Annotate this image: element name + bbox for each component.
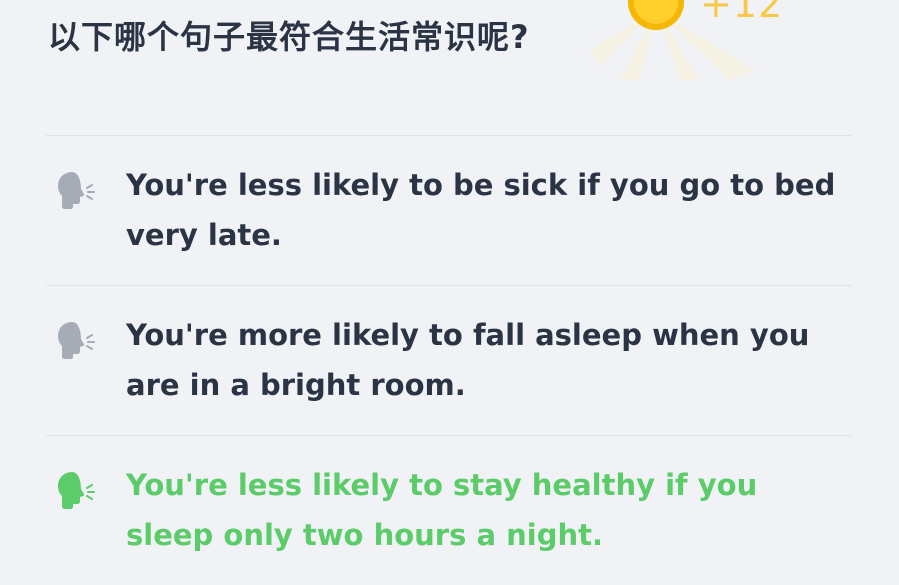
answer-options-list: You're less likely to be sick if you go … [46,135,852,585]
speaking-head-icon[interactable] [54,468,98,512]
question-title: 以下哪个句子最符合生活常识呢? [48,18,530,56]
answer-option-text: You're less likely to stay healthy if yo… [126,468,758,552]
answer-option-2[interactable]: You're more likely to fall asleep when y… [46,285,852,435]
sun-icon [628,0,684,30]
speaking-head-icon[interactable] [54,168,98,212]
score-badge: +12 [700,0,784,26]
answer-option-text: You're less likely to be sick if you go … [126,168,836,252]
answer-option-text: You're more likely to fall asleep when y… [126,318,810,402]
speaking-head-icon[interactable] [54,318,98,362]
answer-option-1[interactable]: You're less likely to be sick if you go … [46,135,852,285]
answer-option-3[interactable]: You're less likely to stay healthy if yo… [46,435,852,585]
